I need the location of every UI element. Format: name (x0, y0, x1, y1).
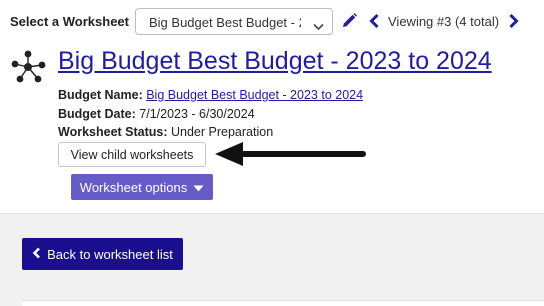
view-child-worksheets-button[interactable]: View child worksheets (58, 142, 206, 167)
worksheet-list-panel: Back to worksheet list (0, 213, 544, 306)
viewing-position-text: Viewing #3 (4 total) (388, 14, 500, 29)
worksheet-status-row: Worksheet Status: Under Preparation (58, 125, 273, 139)
pencil-icon[interactable] (341, 12, 358, 34)
worksheet-status-value: Under Preparation (171, 125, 274, 139)
network-nodes-icon (9, 49, 47, 90)
back-to-worksheet-list-label: Back to worksheet list (47, 246, 173, 262)
content-card (22, 300, 544, 306)
chevron-down-icon (313, 18, 324, 34)
back-to-worksheet-list-button[interactable]: Back to worksheet list (22, 238, 183, 270)
worksheet-select-value: Big Budget Best Budget - 2023 to 2024 (149, 15, 301, 30)
chevron-left-icon[interactable] (368, 13, 380, 34)
budget-name-label: Budget Name: (58, 88, 143, 102)
budget-date-label: Budget Date: (58, 107, 136, 121)
worksheet-status-label: Worksheet Status: (58, 125, 168, 139)
arrow-left-icon (212, 139, 368, 174)
worksheet-select[interactable]: Big Budget Best Budget - 2023 to 2024 (135, 8, 333, 35)
chevron-right-icon[interactable] (508, 13, 520, 34)
budget-date-row: Budget Date: 7/1/2023 - 6/30/2024 (58, 107, 255, 121)
worksheet-page: Select a Worksheet Big Budget Best Budge… (0, 0, 544, 306)
view-child-worksheets-label: View child worksheets (70, 147, 194, 162)
worksheet-toolbar: Select a Worksheet Big Budget Best Budge… (0, 0, 544, 44)
worksheet-options-label: Worksheet options (79, 179, 188, 195)
caret-down-icon (193, 180, 204, 195)
budget-name-link[interactable]: Big Budget Best Budget - 2023 to 2024 (146, 88, 363, 102)
chevron-left-icon (32, 247, 41, 262)
budget-date-value: 7/1/2023 - 6/30/2024 (139, 107, 255, 121)
select-worksheet-label: Select a Worksheet (10, 14, 129, 29)
worksheet-options-button[interactable]: Worksheet options (71, 174, 213, 200)
budget-title-link[interactable]: Big Budget Best Budget - 2023 to 2024 (58, 47, 492, 76)
budget-name-row: Budget Name: Big Budget Best Budget - 20… (58, 88, 363, 102)
